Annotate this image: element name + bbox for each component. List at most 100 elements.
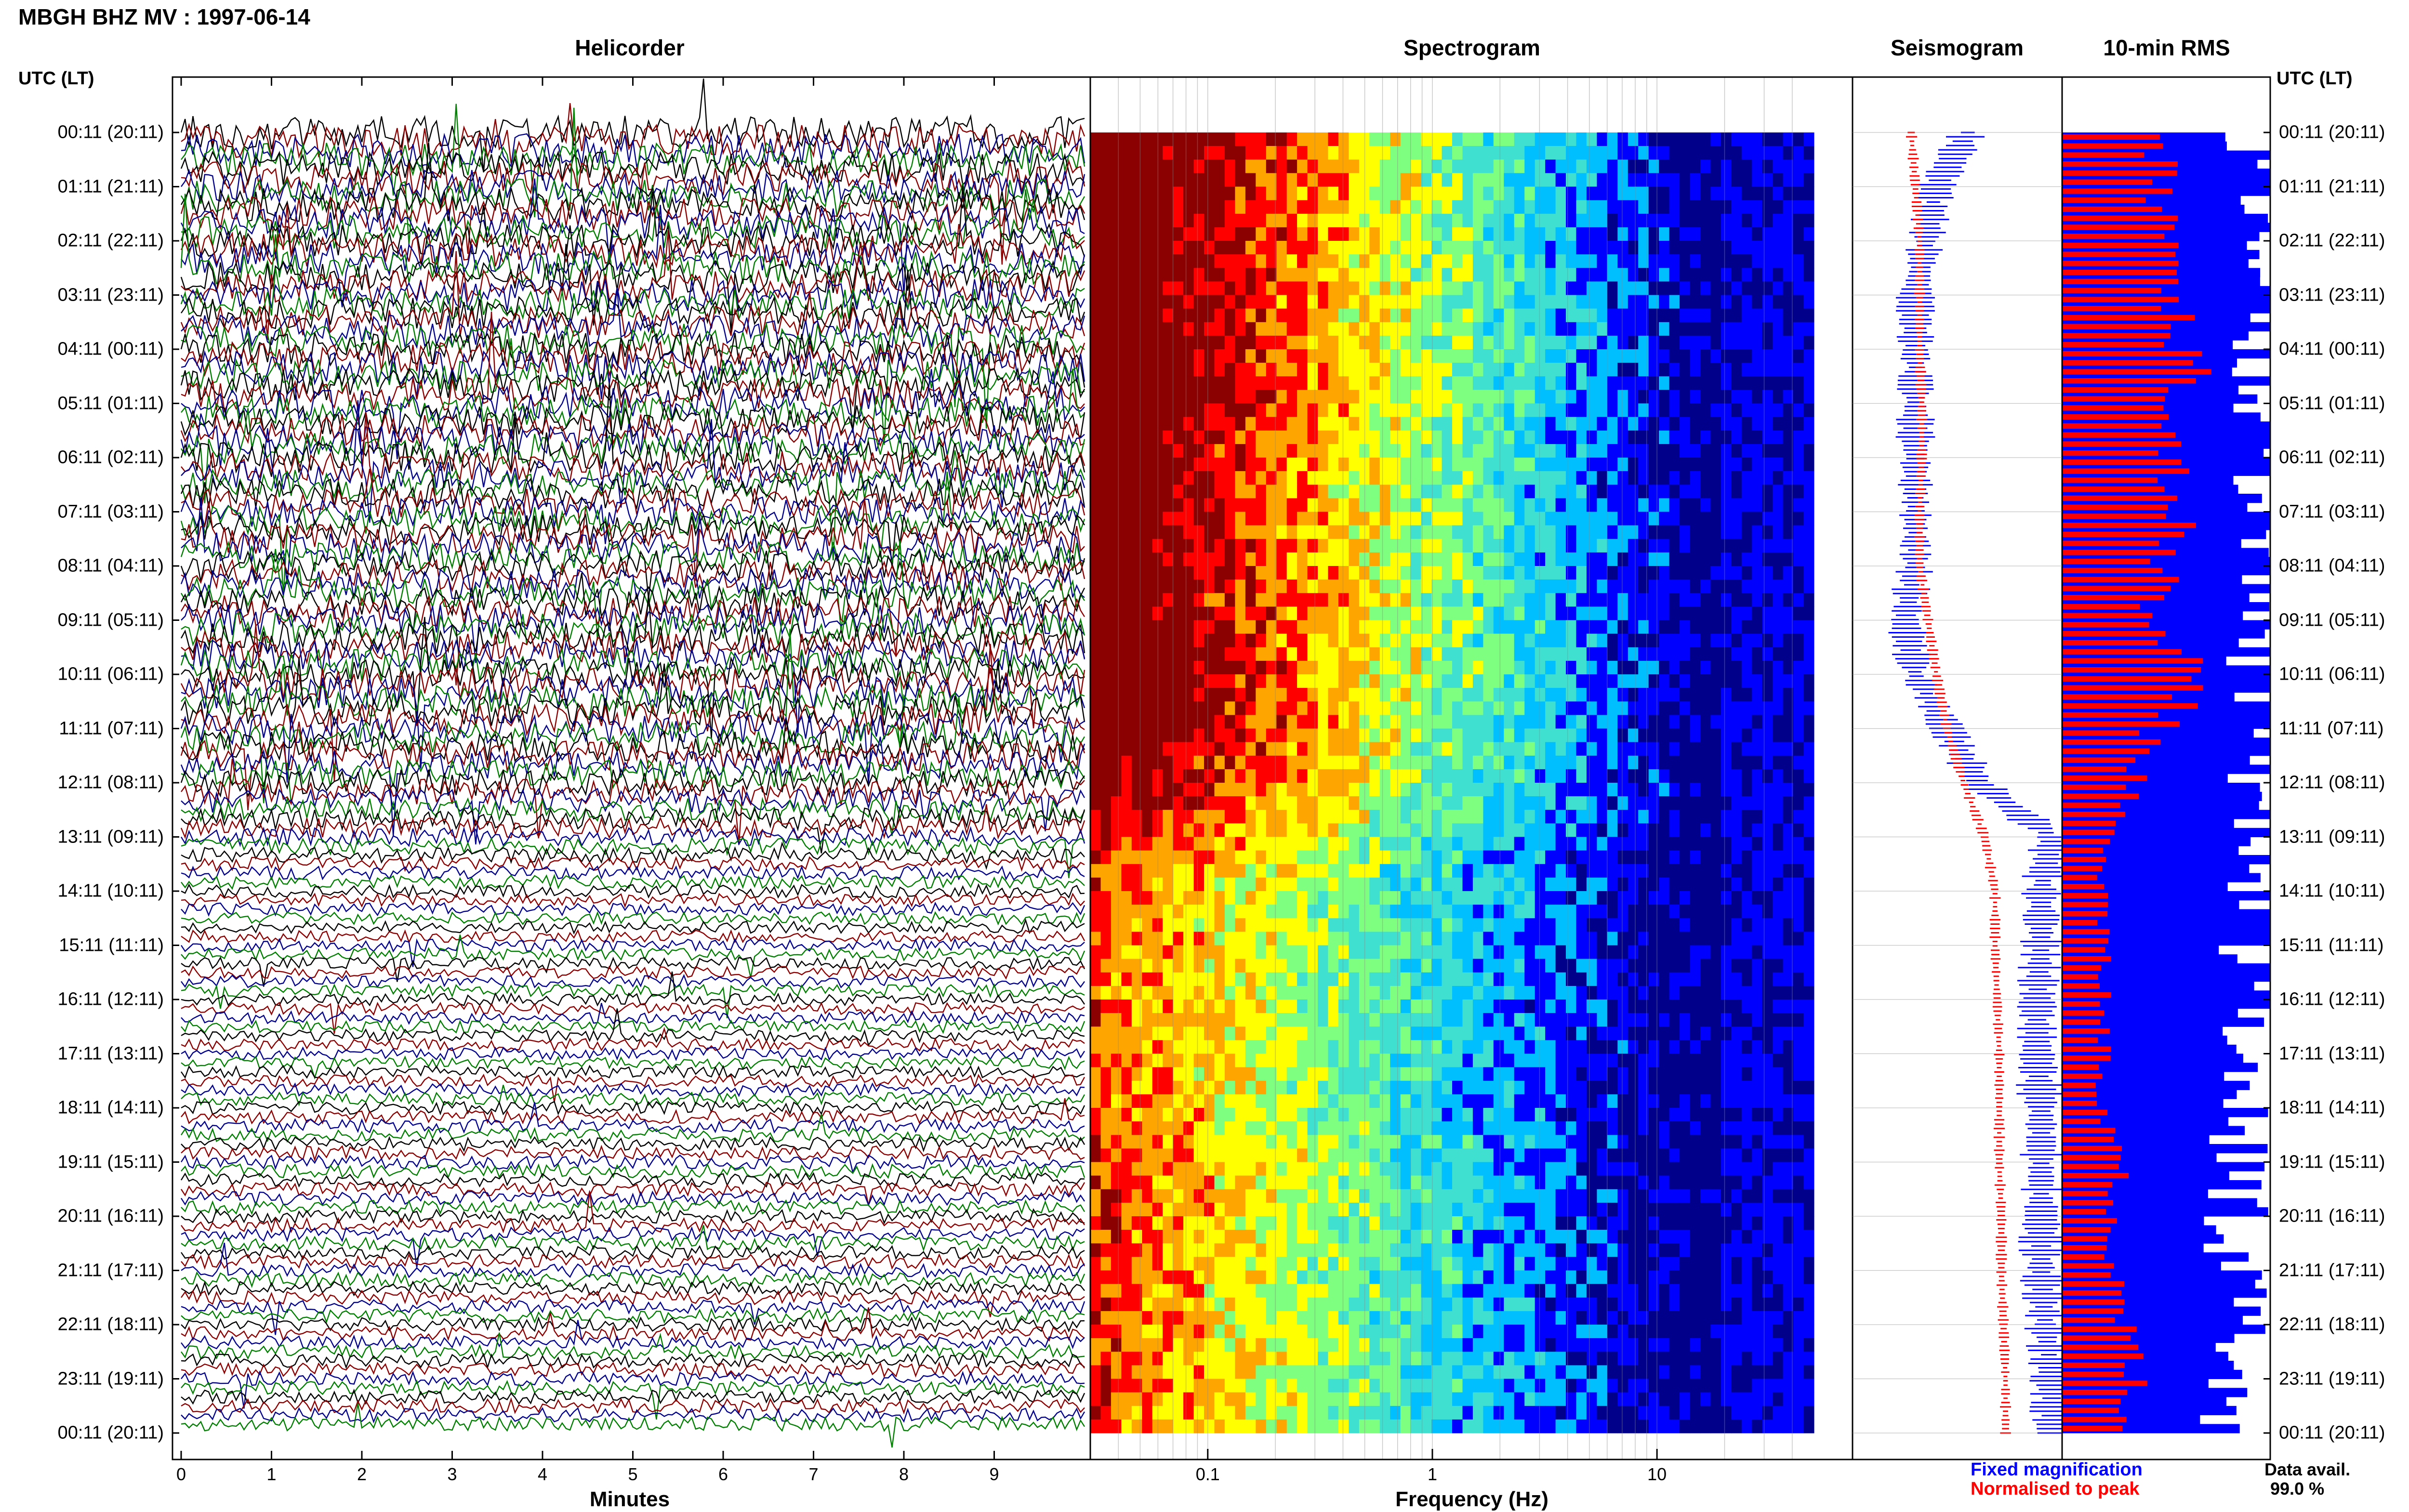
spectrogram-cell — [1690, 227, 1701, 241]
spectrogram-cell — [1173, 783, 1184, 797]
helicorder-trace — [181, 836, 1085, 879]
spectrogram-cell — [1421, 877, 1432, 892]
spectrogram-cell — [1411, 986, 1422, 1000]
spectrogram-cell — [1680, 132, 1691, 146]
spectrogram-cell — [1442, 701, 1453, 715]
spectrogram-cell — [1121, 539, 1132, 553]
spectrogram-cell — [1307, 796, 1318, 810]
spectrogram-cell — [1504, 322, 1515, 336]
spectrogram-cell — [1411, 620, 1422, 634]
spectrogram-cell — [1349, 498, 1360, 513]
spectrogram-cell — [1741, 200, 1752, 214]
spectrogram-cell — [1773, 945, 1784, 960]
helicorder-trace — [181, 971, 1085, 1007]
spectrogram-cell — [1421, 512, 1432, 526]
spectrogram-cell — [1121, 173, 1132, 187]
spectrogram-cell — [1504, 159, 1515, 173]
spectrogram-cell — [1793, 525, 1804, 539]
spectrogram-cell — [1710, 579, 1721, 593]
spectrogram-cell — [1452, 877, 1463, 892]
spectrogram-cell — [1628, 132, 1639, 146]
spectrogram-cell — [1369, 200, 1380, 214]
spectrogram-cell — [1597, 891, 1608, 905]
spectrogram-cell — [1700, 837, 1711, 851]
spectrogram-cell — [1524, 579, 1535, 593]
spectrogram-cell — [1793, 471, 1804, 485]
spectrogram-cell — [1462, 918, 1473, 932]
spectrogram-cell — [1773, 606, 1784, 621]
spectrogram-cell — [1793, 308, 1804, 323]
spectrogram-cell — [1576, 620, 1587, 634]
spectrogram-cell — [1142, 1013, 1153, 1027]
spectrogram-cell — [1307, 850, 1318, 865]
spectrogram-cell — [1442, 579, 1453, 593]
spectrogram-cell — [1773, 1013, 1784, 1027]
spectrogram-cell — [1504, 458, 1515, 472]
spectrogram-cell — [1442, 159, 1453, 173]
spectrogram-cell — [1628, 471, 1639, 485]
spectrogram-cell — [1256, 647, 1267, 661]
spectrogram-cell — [1338, 850, 1350, 865]
spectrogram-cell — [1183, 539, 1194, 553]
spectrogram-cell — [1379, 850, 1390, 865]
spectrogram-cell — [1390, 376, 1401, 390]
spectrogram-cell — [1493, 823, 1504, 838]
spectrogram-cell — [1680, 769, 1691, 783]
spectrogram-cell — [1535, 810, 1546, 824]
spectrogram-cell — [1607, 1053, 1618, 1068]
spectrogram-cell — [1276, 268, 1287, 282]
spectrogram-cell — [1659, 322, 1670, 336]
spectrogram-cell — [1472, 742, 1483, 756]
spectrogram-cell — [1338, 1013, 1350, 1027]
spectrogram-cell — [1183, 606, 1194, 621]
spectrogram-cell — [1235, 363, 1246, 377]
spectrogram-cell — [1669, 647, 1680, 661]
spectrogram-cell — [1256, 213, 1267, 228]
spectrogram-cell — [1462, 186, 1473, 201]
spectrogram-cell — [1690, 458, 1701, 472]
spectrogram-cell — [1338, 403, 1350, 418]
spectrogram-cell — [1710, 606, 1721, 621]
spectrogram-cell — [1235, 660, 1246, 675]
spectrogram-cell — [1214, 1040, 1225, 1054]
spectrogram-cell — [1173, 1053, 1184, 1068]
spectrogram-cell — [1411, 186, 1422, 201]
spectrogram-cell — [1462, 837, 1473, 851]
spectrogram-cell — [1411, 485, 1422, 499]
spectrogram-cell — [1245, 864, 1256, 878]
spectrogram-cell — [1731, 579, 1742, 593]
spectrogram-cell — [1535, 1040, 1546, 1054]
spectrogram-cell — [1555, 823, 1566, 838]
spectrogram-cell — [1235, 335, 1246, 350]
spectrogram-cell — [1421, 403, 1432, 418]
spectrogram-cell — [1586, 458, 1597, 472]
spectrogram-cell — [1421, 485, 1432, 499]
spectrogram-cell — [1090, 186, 1101, 201]
spectrogram-cell — [1411, 159, 1422, 173]
spectrogram-cell — [1483, 295, 1494, 309]
spectrogram-cell — [1638, 186, 1649, 201]
spectrogram-cell — [1597, 701, 1608, 715]
spectrogram-cell — [1224, 539, 1235, 553]
spectrogram-cell — [1803, 403, 1814, 418]
spectrogram-cell — [1204, 254, 1215, 268]
spectrogram-cell — [1400, 281, 1411, 296]
spectrogram-cell — [1628, 363, 1639, 377]
spectrogram-cell — [1204, 146, 1215, 160]
spectrogram-cell — [1514, 728, 1525, 743]
spectrogram-cell — [1597, 132, 1608, 146]
spectrogram-cell — [1597, 755, 1608, 770]
spectrogram-cell — [1617, 363, 1628, 377]
spectrogram-cell — [1328, 796, 1339, 810]
spectrogram-cell — [1214, 322, 1225, 336]
spectrogram-cell — [1710, 146, 1721, 160]
spectrogram-cell — [1493, 268, 1504, 282]
spectrogram-cell — [1535, 999, 1546, 1013]
spectrogram-cell — [1100, 688, 1112, 702]
spectrogram-cell — [1090, 539, 1101, 553]
spectrogram-cell — [1803, 755, 1814, 770]
spectrogram-cell — [1524, 877, 1535, 892]
spectrogram-cell — [1235, 755, 1246, 770]
spectrogram-cell — [1597, 633, 1608, 648]
spectrogram-cell — [1411, 999, 1422, 1013]
